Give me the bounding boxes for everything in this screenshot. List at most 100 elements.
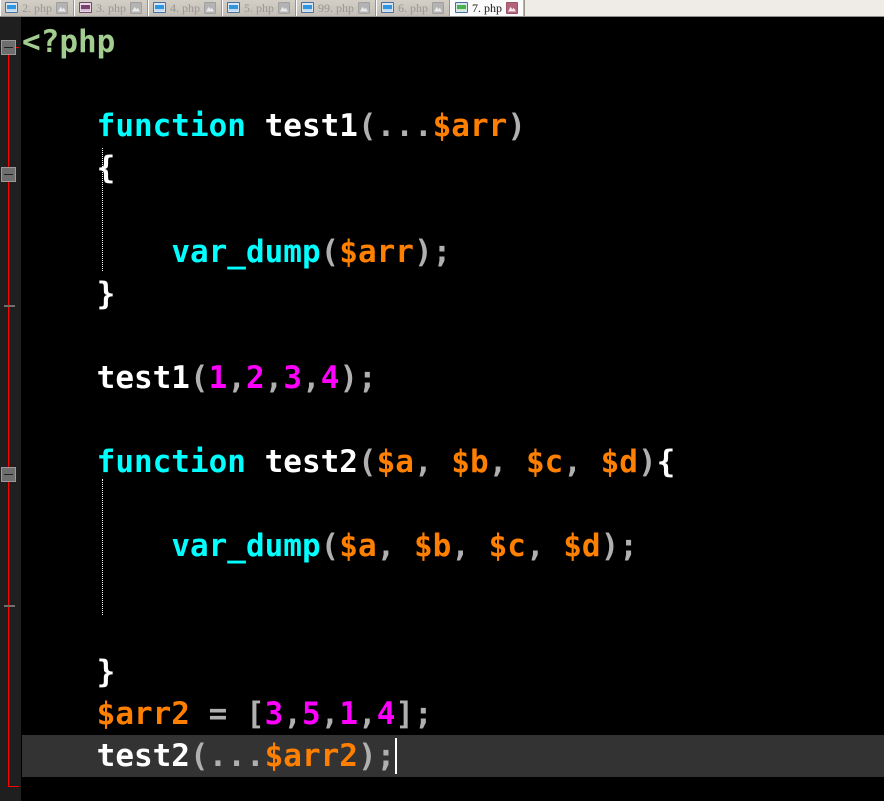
close-tab-icon[interactable] — [56, 1, 68, 14]
code-token: test2 — [96, 738, 190, 774]
close-tab-icon[interactable] — [358, 1, 370, 14]
fold-end-tick — [4, 305, 15, 307]
code-token: ); — [413, 234, 452, 270]
code-line[interactable]: var_dump($a, $b, $c, $d); — [22, 525, 884, 567]
code-line[interactable]: <?php — [22, 21, 884, 63]
code-token: $c — [488, 528, 526, 564]
code-token: test1 — [264, 108, 358, 144]
code-token: $a — [339, 528, 377, 564]
tab-label: 99. php — [318, 0, 354, 15]
code-token: ( — [357, 444, 377, 480]
close-tab-icon[interactable] — [130, 1, 142, 14]
close-tab-icon[interactable] — [432, 1, 444, 14]
document-icon-blue — [227, 2, 240, 13]
code-token: , — [488, 444, 526, 480]
code-token: ); — [357, 738, 396, 774]
code-line[interactable]: $arr2 = [3,5,1,4]; — [22, 693, 884, 735]
code-token: ); — [339, 360, 377, 396]
code-line[interactable]: } — [22, 651, 884, 693]
code-token: 2 — [246, 360, 265, 396]
tab-label: 6. php — [398, 0, 428, 15]
code-line[interactable]: { — [22, 147, 884, 189]
editor-tab-bar[interactable]: 2. php 3. php 4. php 5. php 99. php 6. php 7. … — [0, 0, 884, 17]
tab-label: 5. php — [244, 0, 274, 15]
code-token: , — [264, 360, 284, 396]
code-line[interactable] — [22, 63, 884, 105]
code-token: var_dump — [171, 528, 321, 564]
tab-99-php[interactable]: 99. php — [296, 0, 376, 16]
close-tab-icon[interactable] — [506, 1, 518, 14]
unsaved-change-marker — [8, 47, 19, 787]
code-token: ( — [320, 528, 340, 564]
code-token: var_dump — [171, 234, 321, 270]
tab-2-php[interactable]: 2. php — [0, 0, 74, 16]
code-line[interactable]: test1(1,2,3,4); — [22, 357, 884, 399]
tab-label: 3. php — [96, 0, 126, 15]
code-token: 5 — [302, 696, 321, 732]
tab-4-php[interactable]: 4. php — [148, 0, 222, 16]
code-token: $arr — [339, 234, 414, 270]
code-line[interactable] — [22, 777, 884, 801]
tab-3-php[interactable]: 3. php — [74, 0, 148, 16]
code-line-current[interactable]: test2(...$arr2); — [22, 735, 884, 777]
code-token: $arr2 — [96, 696, 190, 732]
code-token: 1 — [208, 360, 228, 396]
editor-gutter[interactable] — [0, 17, 22, 801]
code-editor-area[interactable]: <?php function test1(...$arr) { var_dump… — [0, 17, 884, 801]
text-cursor — [395, 738, 397, 774]
code-line[interactable]: function test1(...$arr) — [22, 105, 884, 147]
document-icon-purple — [79, 2, 92, 13]
code-token: $d — [600, 444, 638, 480]
indentation-guide — [102, 148, 103, 271]
code-token: <?php — [22, 24, 116, 60]
code-text-content[interactable]: <?php function test1(...$arr) { var_dump… — [22, 17, 884, 801]
code-token: $b — [413, 528, 452, 564]
tab-5-php[interactable]: 5. php — [222, 0, 296, 16]
code-token: 4 — [376, 696, 396, 732]
document-icon-blue — [153, 2, 166, 13]
code-token: $arr — [432, 108, 508, 144]
code-line[interactable]: var_dump($arr); — [22, 231, 884, 273]
fold-end-tick — [4, 605, 15, 607]
code-line[interactable] — [22, 483, 884, 525]
fold-collapse-box[interactable] — [1, 40, 16, 55]
code-line[interactable]: } — [22, 273, 884, 315]
code-token: ( — [189, 360, 209, 396]
document-icon-blue — [301, 2, 314, 13]
code-line[interactable] — [22, 189, 884, 231]
code-line[interactable] — [22, 399, 884, 441]
code-token: , — [227, 360, 246, 396]
code-token: $c — [525, 444, 564, 480]
tab-6-php[interactable]: 6. php — [376, 0, 450, 16]
close-tab-icon[interactable] — [278, 1, 290, 14]
tab-label: 4. php — [170, 0, 200, 15]
code-token: , — [413, 444, 452, 480]
code-token: , — [525, 528, 564, 564]
code-line[interactable] — [22, 567, 884, 609]
code-token: 3 — [264, 696, 284, 732]
tab-7-php[interactable]: 7. php — [450, 0, 524, 16]
document-icon-blue — [5, 2, 18, 13]
code-token: , — [302, 360, 321, 396]
code-token: ); — [600, 528, 638, 564]
code-line[interactable] — [22, 315, 884, 357]
code-token: 4 — [320, 360, 340, 396]
code-token: , — [283, 696, 302, 732]
code-token: } — [96, 654, 116, 690]
code-token: $b — [451, 444, 489, 480]
fold-collapse-box[interactable] — [1, 167, 16, 182]
code-line[interactable]: function test2($a, $b, $c, $d){ — [22, 441, 884, 483]
tab-label: 7. php — [472, 0, 502, 15]
code-token: $a — [376, 444, 414, 480]
fold-collapse-box[interactable] — [1, 467, 16, 482]
code-line[interactable] — [22, 609, 884, 651]
code-token: ) — [507, 108, 526, 144]
code-token: , — [563, 444, 601, 480]
close-tab-icon[interactable] — [204, 1, 216, 14]
